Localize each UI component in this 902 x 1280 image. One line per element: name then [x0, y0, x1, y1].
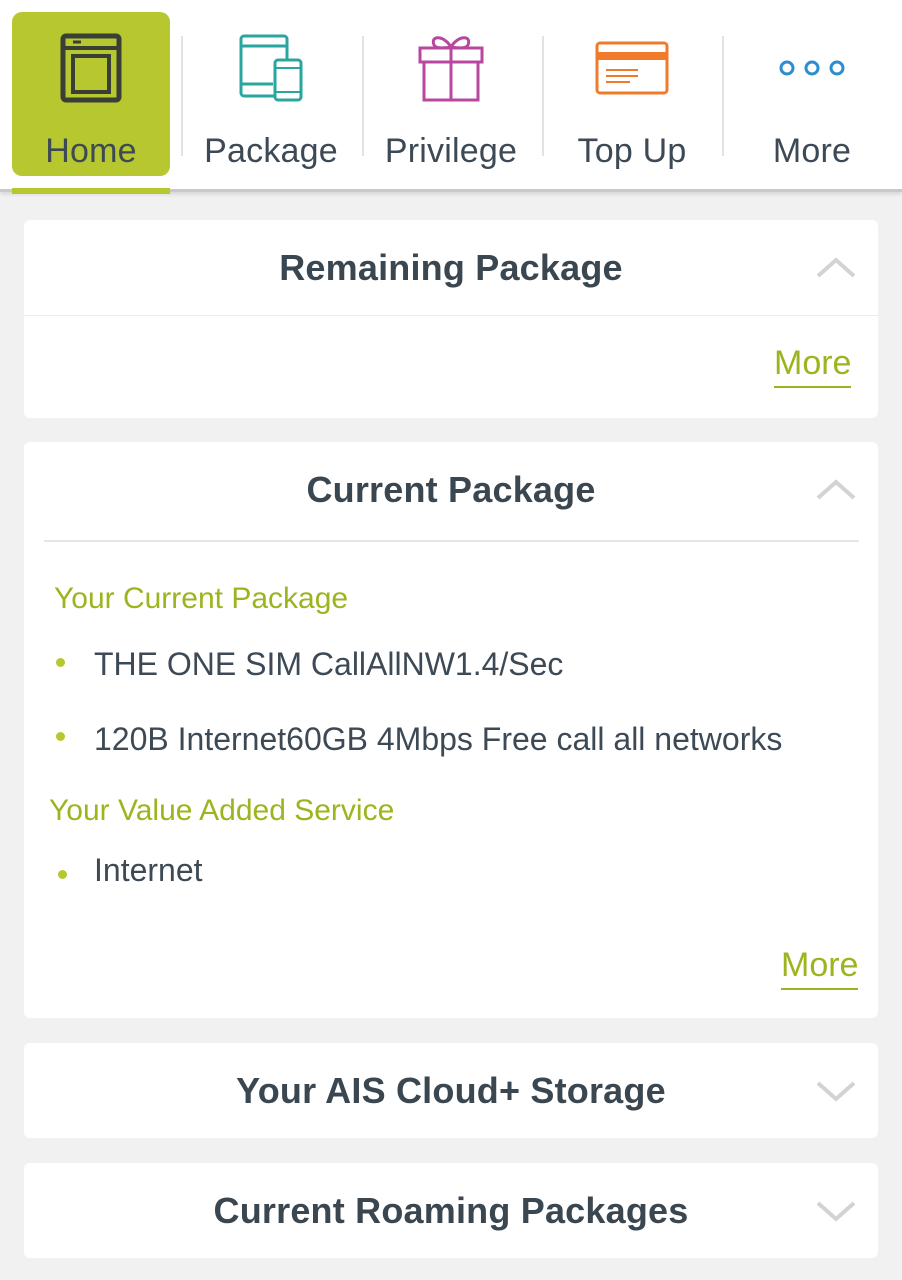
- vas-item: Internet: [94, 852, 203, 888]
- bullet: [56, 732, 65, 741]
- nav-top-up[interactable]: Top Up: [553, 12, 711, 176]
- bullet: [56, 658, 65, 667]
- remaining-package-header[interactable]: Remaining Package: [24, 220, 878, 316]
- value-added-service-heading: Your Value Added Service: [49, 794, 395, 827]
- remaining-package-card: Remaining Package More: [24, 220, 878, 418]
- roaming-packages-card[interactable]: Current Roaming Packages: [24, 1163, 878, 1258]
- nav-privilege-label: Privilege: [384, 132, 518, 170]
- devices-icon: [231, 28, 311, 108]
- card-icon: [592, 28, 672, 108]
- remaining-more-link[interactable]: More: [774, 344, 852, 388]
- chevron-down-icon[interactable]: [814, 1193, 858, 1229]
- nav-divider: [181, 36, 183, 156]
- gift-icon: [411, 28, 491, 108]
- package-item: THE ONE SIM CallAllNW1.4/Sec: [94, 646, 564, 682]
- nav-home[interactable]: Home: [12, 12, 170, 194]
- more-dots-icon: [772, 28, 852, 108]
- nav-home-label: Home: [45, 132, 137, 170]
- current-package-card: Current Package Your Current Package THE…: [24, 442, 878, 1018]
- nav-top-up-label: Top Up: [577, 132, 687, 170]
- cloud-storage-title: Your AIS Cloud+ Storage: [236, 1069, 666, 1111]
- cloud-storage-header[interactable]: Your AIS Cloud+ Storage: [24, 1043, 878, 1138]
- package-item: 120B Internet60GB 4Mbps Free call all ne…: [94, 721, 783, 757]
- nav-privilege[interactable]: Privilege: [372, 12, 530, 176]
- nav-package[interactable]: Package: [192, 12, 350, 176]
- current-package-header[interactable]: Current Package: [24, 442, 878, 538]
- divider: [44, 540, 859, 542]
- nav-divider: [542, 36, 544, 156]
- nav-more[interactable]: More: [733, 12, 891, 176]
- remaining-package-title: Remaining Package: [279, 246, 623, 288]
- roaming-packages-title: Current Roaming Packages: [213, 1189, 689, 1231]
- top-navigation: Home Package Privilege Top Up More: [0, 0, 902, 194]
- chevron-up-icon[interactable]: [814, 250, 858, 286]
- roaming-packages-header[interactable]: Current Roaming Packages: [24, 1163, 878, 1258]
- nav-divider: [362, 36, 364, 156]
- bullet: [58, 870, 67, 879]
- chevron-up-icon[interactable]: [814, 472, 858, 508]
- home-icon: [51, 28, 131, 108]
- current-package-heading: Your Current Package: [54, 582, 349, 615]
- current-package-title: Current Package: [306, 469, 596, 510]
- nav-divider: [722, 36, 724, 156]
- chevron-down-icon[interactable]: [814, 1073, 858, 1109]
- current-more-link[interactable]: More: [781, 946, 859, 990]
- nav-package-label: Package: [204, 132, 338, 170]
- nav-more-label: More: [772, 132, 852, 170]
- cloud-storage-card[interactable]: Your AIS Cloud+ Storage: [24, 1043, 878, 1138]
